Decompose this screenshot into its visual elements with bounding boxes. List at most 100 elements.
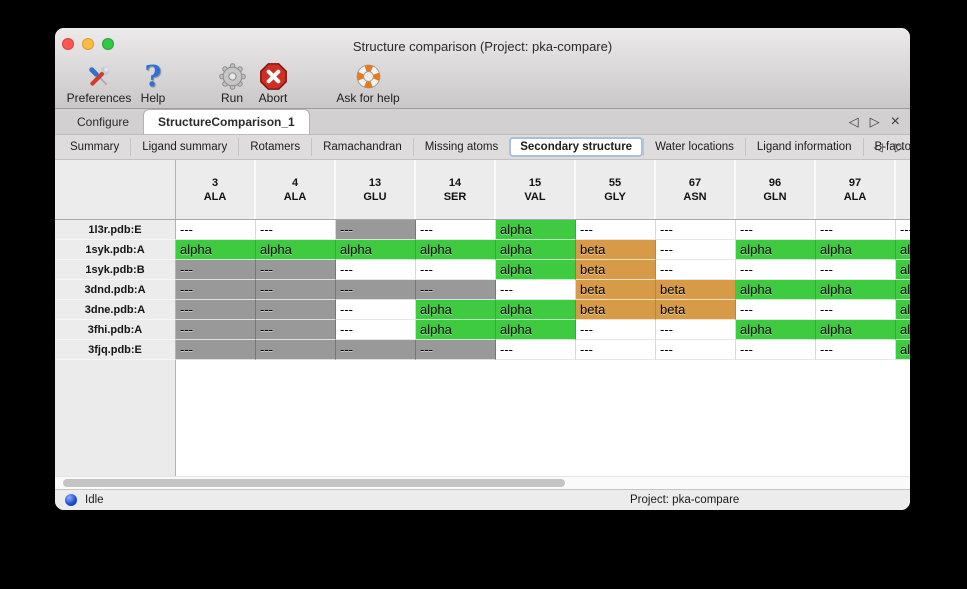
structure-cell[interactable]: alpha bbox=[496, 240, 576, 260]
structure-cell[interactable]: beta bbox=[656, 300, 736, 320]
column-header-97[interactable]: 97ALA bbox=[816, 160, 896, 219]
structure-cell[interactable]: alpha bbox=[896, 340, 910, 360]
structure-cell[interactable]: --- bbox=[256, 340, 336, 360]
structure-cell[interactable]: --- bbox=[576, 320, 656, 340]
structure-cell[interactable]: beta bbox=[576, 300, 656, 320]
structure-cell[interactable]: --- bbox=[336, 260, 416, 280]
horizontal-scrollbar[interactable] bbox=[55, 476, 910, 489]
minimize-window-button[interactable] bbox=[82, 38, 94, 50]
structure-cell[interactable]: --- bbox=[256, 300, 336, 320]
structure-cell[interactable]: beta bbox=[656, 280, 736, 300]
structure-cell[interactable]: --- bbox=[656, 320, 736, 340]
structure-cell[interactable]: alpha bbox=[496, 260, 576, 280]
structure-cell[interactable]: --- bbox=[416, 260, 496, 280]
column-header-3[interactable]: 3ALA bbox=[176, 160, 256, 219]
structure-cell[interactable]: --- bbox=[336, 340, 416, 360]
row-label[interactable]: 1syk.pdb:B bbox=[55, 260, 176, 280]
tab-prev-icon[interactable]: ◁ bbox=[849, 114, 859, 130]
structure-cell[interactable]: --- bbox=[656, 240, 736, 260]
row-label[interactable]: 3dnd.pdb:A bbox=[55, 280, 176, 300]
structure-cell[interactable]: alpha bbox=[736, 320, 816, 340]
column-header-13[interactable]: 13GLU bbox=[336, 160, 416, 219]
structure-cell[interactable]: alpha bbox=[256, 240, 336, 260]
structure-cell[interactable]: --- bbox=[176, 280, 256, 300]
structure-cell[interactable]: alpha bbox=[896, 260, 910, 280]
structure-cell[interactable]: beta bbox=[576, 280, 656, 300]
subtab-ramachandran[interactable]: Ramachandran bbox=[311, 138, 413, 156]
preferences-button[interactable]: Preferences bbox=[61, 61, 137, 107]
structure-cell[interactable]: --- bbox=[176, 300, 256, 320]
structure-cell[interactable]: --- bbox=[816, 260, 896, 280]
structure-cell[interactable]: alpha bbox=[896, 240, 910, 260]
structure-cell[interactable]: --- bbox=[336, 300, 416, 320]
structure-cell[interactable]: alpha bbox=[336, 240, 416, 260]
structure-cell[interactable]: alpha bbox=[816, 240, 896, 260]
structure-cell[interactable]: alpha bbox=[496, 320, 576, 340]
structure-cell[interactable]: --- bbox=[576, 220, 656, 240]
subtab-missing-atoms[interactable]: Missing atoms bbox=[413, 138, 510, 156]
structure-cell[interactable]: --- bbox=[656, 220, 736, 240]
column-header-15[interactable]: 15VAL bbox=[496, 160, 576, 219]
structure-cell[interactable]: --- bbox=[256, 320, 336, 340]
row-label[interactable]: 1syk.pdb:A bbox=[55, 240, 176, 260]
structure-cell[interactable]: alpha bbox=[496, 220, 576, 240]
subtab-rotamers[interactable]: Rotamers bbox=[238, 138, 311, 156]
structure-cell[interactable]: --- bbox=[416, 340, 496, 360]
structure-cell[interactable]: --- bbox=[896, 220, 910, 240]
subtab-summary[interactable]: Summary bbox=[59, 138, 130, 156]
row-label[interactable]: 3dne.pdb:A bbox=[55, 300, 176, 320]
row-label[interactable]: 3fhi.pdb:A bbox=[55, 320, 176, 340]
structure-cell[interactable]: alpha bbox=[816, 280, 896, 300]
structure-cell[interactable]: alpha bbox=[736, 280, 816, 300]
structure-cell[interactable]: alpha bbox=[896, 280, 910, 300]
help-button[interactable]: ? Help bbox=[135, 61, 171, 107]
row-label[interactable]: 1l3r.pdb:E bbox=[55, 220, 176, 240]
structure-cell[interactable]: alpha bbox=[896, 320, 910, 340]
tab-next-icon[interactable]: ▷ bbox=[870, 114, 880, 130]
structure-cell[interactable]: --- bbox=[336, 320, 416, 340]
subtab-water-locations[interactable]: Water locations bbox=[643, 138, 745, 156]
structure-cell[interactable]: --- bbox=[176, 220, 256, 240]
structure-cell[interactable]: --- bbox=[416, 220, 496, 240]
structure-cell[interactable]: --- bbox=[736, 220, 816, 240]
close-window-button[interactable] bbox=[62, 38, 74, 50]
structure-cell[interactable]: alpha bbox=[416, 300, 496, 320]
structure-cell[interactable]: --- bbox=[656, 260, 736, 280]
structure-cell[interactable]: --- bbox=[496, 340, 576, 360]
subtab-next-icon[interactable]: ▷ bbox=[895, 140, 904, 154]
structure-cell[interactable]: --- bbox=[256, 260, 336, 280]
structure-cell[interactable]: --- bbox=[256, 280, 336, 300]
structure-cell[interactable]: --- bbox=[656, 340, 736, 360]
structure-cell[interactable]: beta bbox=[576, 240, 656, 260]
zoom-window-button[interactable] bbox=[102, 38, 114, 50]
column-header-67[interactable]: 67ASN bbox=[656, 160, 736, 219]
tab-configure[interactable]: Configure bbox=[63, 110, 143, 134]
tab-close-icon[interactable]: × bbox=[891, 113, 900, 131]
structure-cell[interactable]: alpha bbox=[816, 320, 896, 340]
structure-cell[interactable]: --- bbox=[816, 340, 896, 360]
tab-structurecomparison-1[interactable]: StructureComparison_1 bbox=[143, 109, 310, 134]
structure-cell[interactable]: --- bbox=[816, 220, 896, 240]
subtab-ligand-information[interactable]: Ligand information bbox=[745, 138, 863, 156]
column-header-96[interactable]: 96GLN bbox=[736, 160, 816, 219]
structure-cell[interactable]: alpha bbox=[736, 240, 816, 260]
structure-cell[interactable]: beta bbox=[576, 260, 656, 280]
column-header-55[interactable]: 55GLY bbox=[576, 160, 656, 219]
structure-cell[interactable]: --- bbox=[176, 320, 256, 340]
structure-cell[interactable]: --- bbox=[176, 260, 256, 280]
row-label[interactable]: 3fjq.pdb:E bbox=[55, 340, 176, 360]
run-button[interactable]: Run bbox=[211, 61, 253, 107]
structure-cell[interactable]: --- bbox=[816, 300, 896, 320]
structure-cell[interactable]: --- bbox=[736, 340, 816, 360]
horizontal-scrollbar-thumb[interactable] bbox=[63, 479, 565, 487]
subtab-ligand-summary[interactable]: Ligand summary bbox=[130, 138, 238, 156]
structure-cell[interactable]: --- bbox=[496, 280, 576, 300]
structure-cell[interactable]: alpha bbox=[416, 240, 496, 260]
structure-cell[interactable]: --- bbox=[336, 280, 416, 300]
structure-cell[interactable]: --- bbox=[176, 340, 256, 360]
structure-cell[interactable]: --- bbox=[256, 220, 336, 240]
structure-cell[interactable]: --- bbox=[736, 300, 816, 320]
subtab-prev-icon[interactable]: ◁ bbox=[874, 140, 883, 154]
subtab-secondary-structure[interactable]: Secondary structure bbox=[509, 137, 643, 157]
ask-for-help-button[interactable]: Ask for help bbox=[325, 61, 411, 107]
